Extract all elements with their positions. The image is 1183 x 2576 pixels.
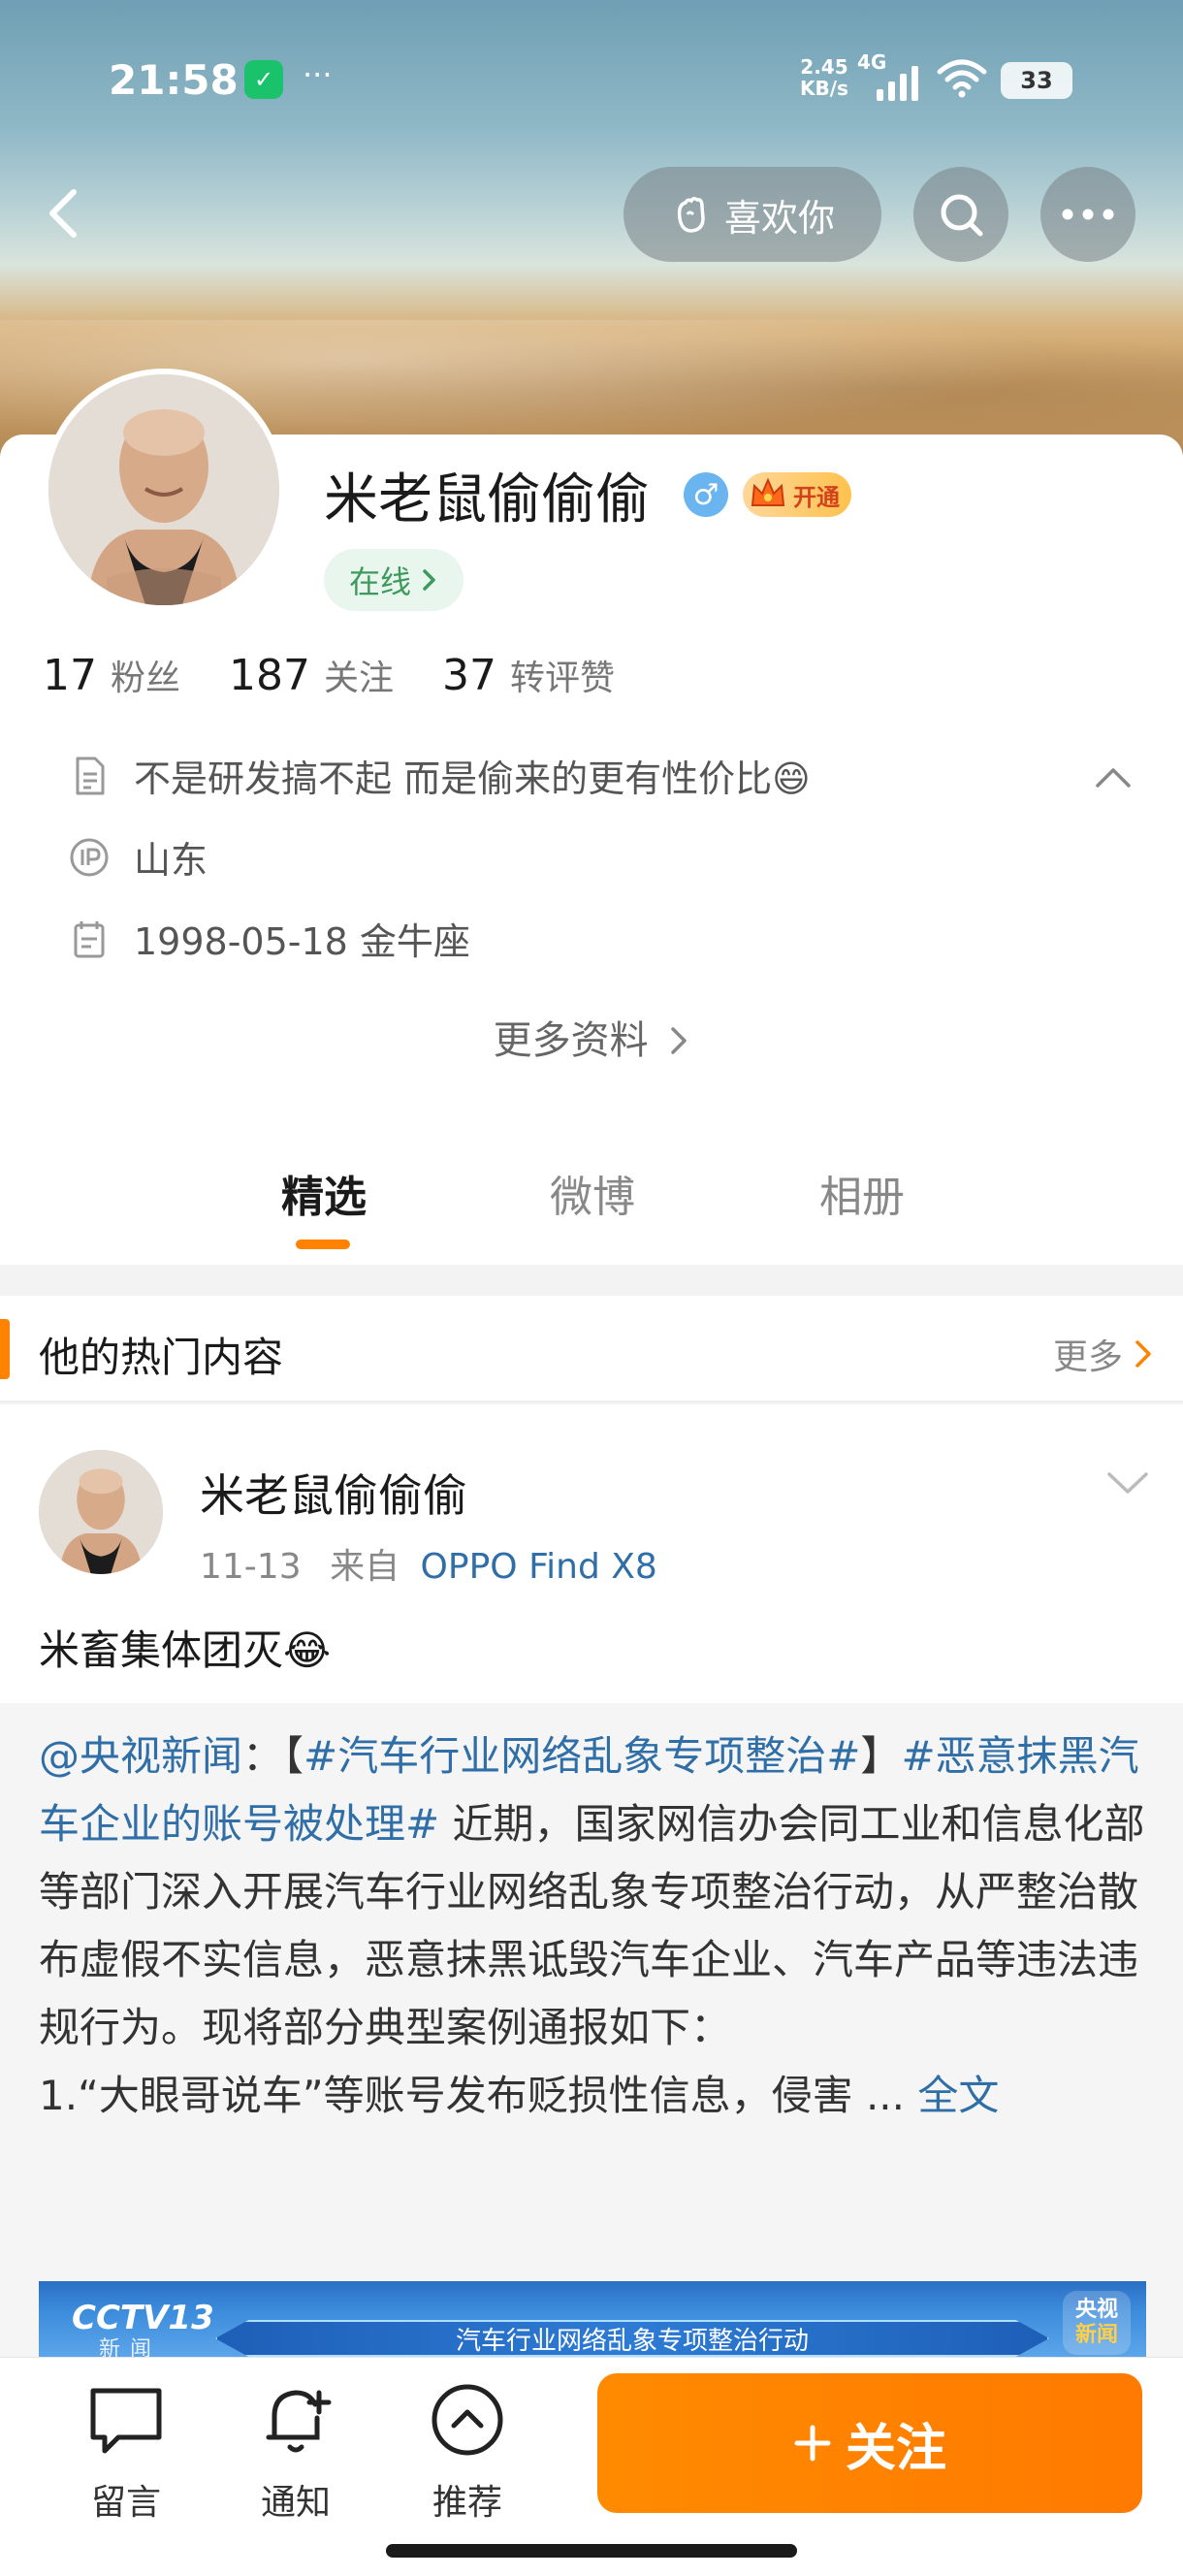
- chevron-down-icon[interactable]: [1103, 1463, 1152, 1501]
- status-bar: 21:58 ✓ ··· 2.45 KB/s 4G 33: [0, 0, 1183, 165]
- more-info-label: 更多资料: [493, 1018, 649, 1063]
- tab-weibo[interactable]: 微博: [550, 1162, 635, 1224]
- avatar-image: [39, 1450, 163, 1574]
- repost-text: @央视新闻：【#汽车行业网络乱象专项整治#】#恶意抹黑汽车企业的账号被处理# 近…: [39, 1732, 1145, 2119]
- notify-button[interactable]: 通知: [238, 2379, 354, 2525]
- repost-mention[interactable]: @央视新闻: [39, 1732, 242, 1780]
- ip-location-icon: [70, 838, 109, 876]
- section-accent-bar: [0, 1319, 10, 1379]
- back-icon[interactable]: [37, 184, 95, 242]
- post-author[interactable]: 米老鼠偷偷偷: [200, 1461, 467, 1525]
- bell-plus-icon: [266, 2390, 332, 2453]
- chevron-up-circle-icon: [432, 2384, 503, 2456]
- plus-icon: [794, 2425, 831, 2462]
- post-date: 11-13: [200, 1547, 302, 1587]
- notify-label: 通知: [260, 2483, 331, 2523]
- crown-icon: [751, 477, 785, 506]
- calendar-icon: [74, 920, 105, 957]
- chevron-right-icon: [1135, 1340, 1151, 1368]
- hot-more-link[interactable]: 更多: [1053, 1329, 1154, 1379]
- chevron-right-icon: [423, 569, 435, 591]
- hot-content-header: 他的热门内容 更多: [0, 1296, 1183, 1402]
- post-source[interactable]: OPPO Find X8: [421, 1547, 657, 1587]
- profile-stats: 17 粉丝 187 关注 37 转评赞: [43, 650, 615, 700]
- battery-icon: 33: [1001, 62, 1072, 99]
- recommend-button[interactable]: 推荐: [409, 2379, 526, 2525]
- stat-following[interactable]: 187 关注: [229, 650, 394, 700]
- bottom-action-bar: 留言 通知 推荐 关注: [0, 2357, 1183, 2576]
- document-icon: [76, 757, 105, 794]
- male-gender-icon: ♂: [684, 472, 728, 517]
- more-icon: [1062, 209, 1114, 220]
- chevron-up-icon[interactable]: [1094, 758, 1133, 797]
- message-icon: [90, 2388, 162, 2454]
- vip-badge[interactable]: 开通: [743, 472, 851, 517]
- signal-icon: [877, 64, 918, 101]
- wifi-icon: [937, 59, 987, 98]
- like-you-label: 喜欢你: [723, 196, 835, 240]
- bio-text: 不是研发搞不起 而是偷来的更有性价比😄: [134, 757, 811, 800]
- news-banner: 汽车行业网络乱象专项整治行动: [215, 2320, 1049, 2357]
- full-text-link[interactable]: 全文: [917, 2072, 999, 2119]
- search-button[interactable]: [913, 167, 1008, 262]
- avatar[interactable]: [43, 369, 285, 611]
- vip-label: 开通: [793, 483, 840, 511]
- stat-interactions[interactable]: 37 转评赞: [442, 650, 615, 700]
- stat-followers[interactable]: 17 粉丝: [43, 650, 180, 700]
- more-notifications-icon: ···: [303, 56, 333, 93]
- repost-body-2: 1.“大眼哥说车”等账号发布贬损性信息，侵害 ...: [39, 2072, 918, 2119]
- tab-album[interactable]: 相册: [819, 1162, 905, 1224]
- birthday-row: 1998-05-18 金牛座: [68, 912, 470, 965]
- follow-label: 关注: [845, 2419, 946, 2478]
- online-label: 在线: [349, 564, 412, 600]
- more-options-button[interactable]: [1040, 167, 1135, 262]
- hot-content-title: 他的热门内容: [39, 1334, 284, 1381]
- chevron-right-icon: [671, 1027, 687, 1054]
- birthday-text: 1998-05-18 金牛座: [134, 920, 470, 963]
- profile-name: 米老鼠偷偷偷: [324, 468, 650, 531]
- location-row: 山东: [68, 830, 208, 884]
- status-time: 21:58: [109, 56, 239, 104]
- follow-button[interactable]: 关注: [597, 2373, 1142, 2513]
- search-icon: [941, 194, 983, 237]
- repost-image[interactable]: CCTV13 新闻 汽车行业网络乱象专项整治行动 央视 新闻: [39, 2281, 1146, 2362]
- repost-box[interactable]: @央视新闻：【#汽车行业网络乱象专项整治#】#恶意抹黑汽车企业的账号被处理# 近…: [0, 1703, 1183, 2374]
- tab-featured[interactable]: 精选: [281, 1162, 367, 1224]
- post-from-label: 来自: [330, 1547, 400, 1587]
- avatar-image: [48, 374, 279, 605]
- profile-tabs: 精选 微博 相册: [0, 1135, 1183, 1261]
- hot-more-label: 更多: [1052, 1337, 1123, 1377]
- post-meta: 11-13 来自 OPPO Find X8: [200, 1538, 657, 1589]
- cctv-news-logo: 央视 新闻: [1063, 2291, 1131, 2355]
- bio-row: 不是研发搞不起 而是偷来的更有性价比😄: [68, 749, 811, 802]
- post-card[interactable]: 米老鼠偷偷偷 11-13 来自 OPPO Find X8 米畜集体团灭😂 @央视…: [0, 1404, 1183, 2374]
- post-text: 米畜集体团灭😂: [39, 1626, 332, 1674]
- hashtag-1[interactable]: #汽车行业网络乱象专项整治#: [304, 1732, 860, 1780]
- message-button[interactable]: 留言: [68, 2379, 184, 2525]
- like-you-button[interactable]: 喜欢你: [623, 167, 881, 262]
- more-info-link[interactable]: 更多资料: [0, 1009, 1183, 1065]
- hand-heart-icon: [677, 196, 705, 233]
- home-indicator[interactable]: [386, 2544, 797, 2558]
- post-author-avatar[interactable]: [39, 1450, 163, 1574]
- app-notification-icon: ✓: [244, 60, 283, 99]
- message-label: 留言: [90, 2483, 161, 2523]
- recommend-label: 推荐: [432, 2483, 502, 2523]
- online-status[interactable]: 在线: [324, 549, 464, 611]
- network-speed: 2.45 KB/s: [800, 55, 848, 100]
- location-text: 山东: [134, 839, 208, 882]
- active-tab-indicator: [296, 1240, 350, 1249]
